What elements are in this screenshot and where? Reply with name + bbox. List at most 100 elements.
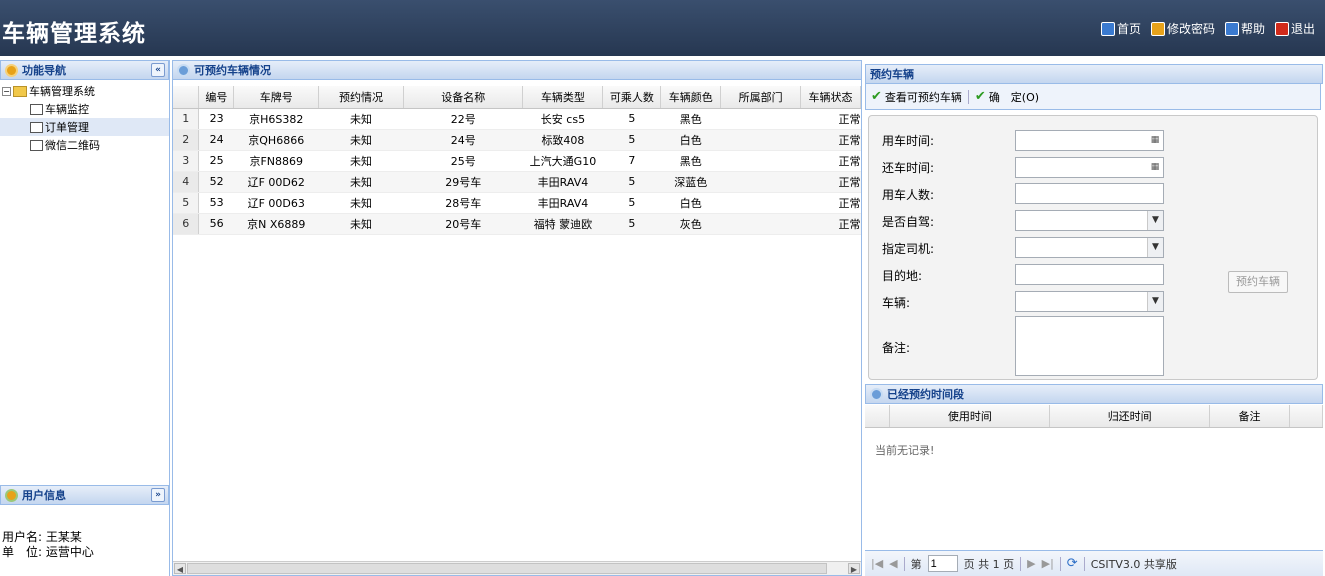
- table-row[interactable]: 6 56 京N X6889 未知 20号车 福特 蒙迪欧 5 灰色 正常: [173, 213, 861, 235]
- self-drive-select[interactable]: ▼: [1015, 210, 1164, 231]
- destination-input[interactable]: [1015, 264, 1164, 285]
- column-header[interactable]: 归还时间: [1049, 405, 1211, 428]
- column-header[interactable]: 车牌号: [233, 86, 320, 109]
- chevron-down-icon[interactable]: ▼: [1147, 292, 1163, 311]
- calendar-icon[interactable]: ▦: [1147, 131, 1163, 150]
- page-icon: [30, 121, 43, 133]
- table-row[interactable]: 5 53 辽F 00D63 未知 28号车 丰田RAV4 5 白色 正常: [173, 192, 861, 214]
- scroll-thumb[interactable]: [187, 563, 827, 574]
- table-cell: 未知: [318, 171, 404, 193]
- nav-panel-header: 功能导航 «: [0, 60, 169, 80]
- table-cell: 京H6S382: [233, 108, 319, 130]
- table-cell: 上汽大通G10: [522, 150, 603, 172]
- scroll-right-icon[interactable]: ▶: [848, 563, 860, 574]
- table-cell: [720, 171, 801, 193]
- column-header[interactable]: 编号: [198, 86, 235, 109]
- view-available-button[interactable]: ✔ 查看可预约车辆: [871, 89, 962, 105]
- tree-item-wechat-qrcode[interactable]: 微信二维码: [0, 136, 169, 154]
- booked-panel-header: 已经预约时间段: [865, 384, 1323, 404]
- booking-panel: 预约车辆 ✔ 查看可预约车辆 ✔ 确 定(O) 用车时间: ▦ 还车时间: ▦ …: [865, 60, 1325, 576]
- column-header[interactable]: 使用时间: [889, 405, 1051, 428]
- chevron-down-icon[interactable]: ▼: [1147, 211, 1163, 230]
- next-page-icon[interactable]: ▶: [1027, 557, 1035, 570]
- refresh-icon[interactable]: ⟳: [1067, 556, 1078, 571]
- table-cell: 丰田RAV4: [522, 192, 603, 214]
- filler-header: [1289, 405, 1323, 428]
- page-number-input[interactable]: [927, 555, 958, 572]
- user-unit: 单 位: 运营中心: [2, 545, 94, 559]
- expand-user-button[interactable]: »: [151, 488, 165, 502]
- column-header[interactable]: 所属部门: [720, 86, 802, 109]
- booking-title: 预约车辆: [870, 68, 914, 81]
- table-row[interactable]: 1 23 京H6S382 未知 22号 长安 cs5 5 黑色 正常: [173, 108, 861, 130]
- vehicle-label: 车辆:: [882, 296, 911, 310]
- people-input[interactable]: [1015, 183, 1164, 204]
- table-cell: 白色: [660, 129, 721, 151]
- page-icon: [30, 103, 43, 115]
- tree-item-vehicle-monitor[interactable]: 车辆监控: [0, 100, 169, 118]
- table-row[interactable]: 4 52 辽F 00D62 未知 29号车 丰田RAV4 5 深蓝色 正常: [173, 171, 861, 193]
- grid-panel-header: 可预约车辆情况: [173, 61, 861, 80]
- driver-select[interactable]: ▼: [1015, 237, 1164, 258]
- home-link[interactable]: 首页: [1100, 20, 1141, 37]
- book-vehicle-button[interactable]: 预约车辆: [1228, 271, 1288, 293]
- start-time-input[interactable]: ▦: [1015, 130, 1164, 151]
- table-row[interactable]: 2 24 京QH6866 未知 24号 标致408 5 白色 正常: [173, 129, 861, 151]
- table-cell: 丰田RAV4: [522, 171, 603, 193]
- table-cell: [720, 192, 801, 214]
- last-page-icon[interactable]: ▶|: [1042, 557, 1054, 570]
- scroll-left-icon[interactable]: ◀: [174, 563, 186, 574]
- vehicle-select[interactable]: ▼: [1015, 291, 1164, 312]
- rownum-header: [865, 405, 891, 428]
- calendar-icon[interactable]: ▦: [1147, 158, 1163, 177]
- logout-icon: [1274, 21, 1289, 36]
- table-cell: 24: [198, 129, 234, 151]
- help-link[interactable]: 帮助: [1224, 20, 1265, 37]
- column-header[interactable]: 设备名称: [403, 86, 524, 109]
- table-cell: 黑色: [660, 108, 721, 130]
- driver-label: 指定司机:: [882, 242, 935, 256]
- check-icon: ✔: [871, 89, 882, 104]
- chevron-down-icon[interactable]: ▼: [1147, 238, 1163, 257]
- app-header: 车辆管理系统 首页 修改密码 帮助 退出: [0, 0, 1325, 56]
- pager-separator: [1083, 556, 1085, 571]
- change-password-link[interactable]: 修改密码: [1150, 20, 1215, 37]
- row-number: 5: [173, 192, 200, 214]
- table-cell: 5: [602, 129, 661, 151]
- help-icon: [1224, 21, 1239, 36]
- left-panel: 功能导航 « − 车辆管理系统 车辆监控 订单管理 微信二维码 用户信息 » 用…: [0, 60, 170, 576]
- return-time-input[interactable]: ▦: [1015, 157, 1164, 178]
- table-cell: 辽F 00D62: [233, 171, 319, 193]
- nav-title: 功能导航: [22, 64, 66, 77]
- column-header[interactable]: 车辆状态: [800, 86, 861, 109]
- column-header[interactable]: 车辆类型: [522, 86, 604, 109]
- page-icon: [30, 139, 43, 151]
- remark-textarea[interactable]: [1015, 316, 1164, 376]
- table-cell: 5: [602, 213, 661, 235]
- table-cell: 正常: [800, 213, 861, 235]
- prev-page-icon[interactable]: ◀: [889, 557, 897, 570]
- table-cell: [720, 150, 801, 172]
- collapse-icon[interactable]: −: [2, 86, 11, 96]
- table-header-row: 使用时间 归还时间 备注: [865, 405, 1323, 428]
- table-row[interactable]: 3 25 京FN8869 未知 25号 上汽大通G10 7 黑色 正常: [173, 150, 861, 172]
- first-page-icon[interactable]: |◀: [871, 557, 883, 570]
- collapse-nav-button[interactable]: «: [151, 63, 165, 77]
- column-header[interactable]: 可乘人数: [602, 86, 662, 109]
- table-cell: [720, 108, 801, 130]
- logout-link[interactable]: 退出: [1274, 20, 1315, 37]
- column-header[interactable]: 车辆颜色: [660, 86, 722, 109]
- top-links: 首页 修改密码 帮助 退出: [1100, 20, 1315, 37]
- column-header[interactable]: 备注: [1209, 405, 1290, 428]
- horizontal-scrollbar[interactable]: ◀ ▶: [173, 561, 861, 575]
- vehicle-grid-panel: 可预约车辆情况 编号 车牌号 预约情况 设备名称 车辆类型 可乘人数 车辆颜色 …: [172, 60, 862, 576]
- table-cell: 未知: [318, 129, 404, 151]
- table-cell: 5: [602, 171, 661, 193]
- remark-label: 备注:: [882, 341, 911, 355]
- folder-icon: [13, 85, 27, 97]
- confirm-button[interactable]: ✔ 确 定(O): [975, 89, 1039, 105]
- column-header[interactable]: 预约情况: [318, 86, 404, 109]
- tree-root[interactable]: − 车辆管理系统: [0, 82, 169, 100]
- table-cell: 5: [602, 108, 661, 130]
- tree-item-order-management[interactable]: 订单管理: [0, 118, 169, 136]
